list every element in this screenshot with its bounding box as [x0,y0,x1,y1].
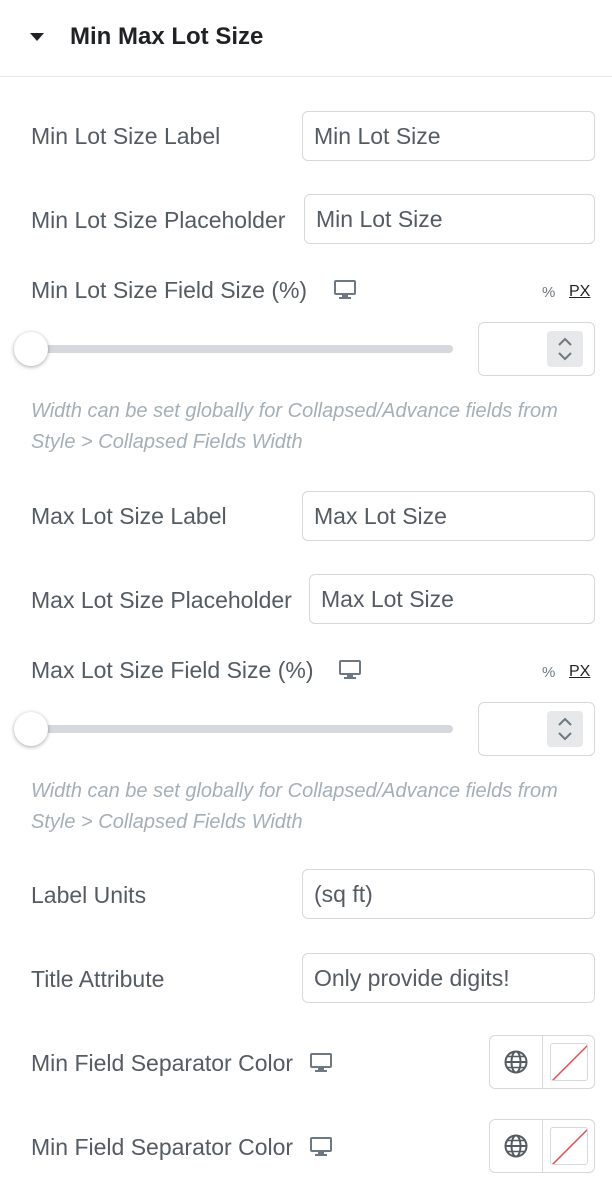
min-max-lot-size-panel: Min Max Lot Size Min Lot Size Label Min … [0,0,612,1194]
desktop-icon[interactable] [338,659,362,681]
max-lot-size-placeholder-input[interactable] [309,574,595,624]
globe-icon[interactable] [490,1036,543,1088]
separator-color-picker [489,1035,595,1089]
min-field-separator-color-label: Min Field Separator Color [31,1050,294,1076]
min-lot-size-label-input[interactable] [302,111,595,161]
max-lot-size-label-label: Max Lot Size Label [31,503,227,529]
label-units-input[interactable] [302,869,595,919]
min-field-size-slider-track[interactable] [31,345,453,353]
max-lot-size-placeholder-label: Max Lot Size Placeholder [31,587,292,613]
max-lot-size-label-input[interactable] [302,491,595,541]
separator-color-picker [489,1119,595,1173]
collapsed-width-hint: Width can be set globally for Collapsed/… [31,780,558,833]
section-title: Min Max Lot Size [70,23,264,50]
unit-percent-button[interactable]: % [542,664,555,682]
no-color-swatch-icon[interactable] [543,1120,595,1172]
spinner-arrows-icon[interactable] [547,331,583,367]
no-color-swatch-icon[interactable] [543,1036,595,1088]
collapsed-width-hint: Width can be set globally for Collapsed/… [31,400,558,453]
min-lot-size-field-size-label: Min Lot Size Field Size (%) [31,277,308,303]
title-attribute-label: Title Attribute [31,966,165,992]
section-header[interactable]: Min Max Lot Size [0,0,612,77]
min-lot-size-placeholder-label: Min Lot Size Placeholder [31,207,286,233]
min-lot-size-label-label: Min Lot Size Label [31,123,221,149]
min-field-size-number-input[interactable] [478,322,595,376]
unit-px-button[interactable]: PX [569,663,590,681]
desktop-icon[interactable] [333,279,357,301]
caret-down-icon[interactable] [30,33,44,41]
desktop-icon[interactable] [309,1136,333,1158]
unit-percent-button[interactable]: % [542,284,555,302]
globe-icon[interactable] [490,1120,543,1172]
min-field-size-slider-handle[interactable] [14,332,48,366]
max-field-size-number-input[interactable] [478,702,595,756]
min-lot-size-placeholder-input[interactable] [304,194,595,244]
max-field-size-slider-handle[interactable] [14,712,48,746]
min-field-separator-color-label: Min Field Separator Color [31,1134,294,1160]
title-attribute-input[interactable] [302,953,595,1003]
label-units-label: Label Units [31,882,147,908]
max-field-size-slider-track[interactable] [31,725,453,733]
desktop-icon[interactable] [309,1052,333,1074]
spinner-arrows-icon[interactable] [547,711,583,747]
unit-px-button[interactable]: PX [569,283,590,301]
max-lot-size-field-size-label: Max Lot Size Field Size (%) [31,657,314,683]
